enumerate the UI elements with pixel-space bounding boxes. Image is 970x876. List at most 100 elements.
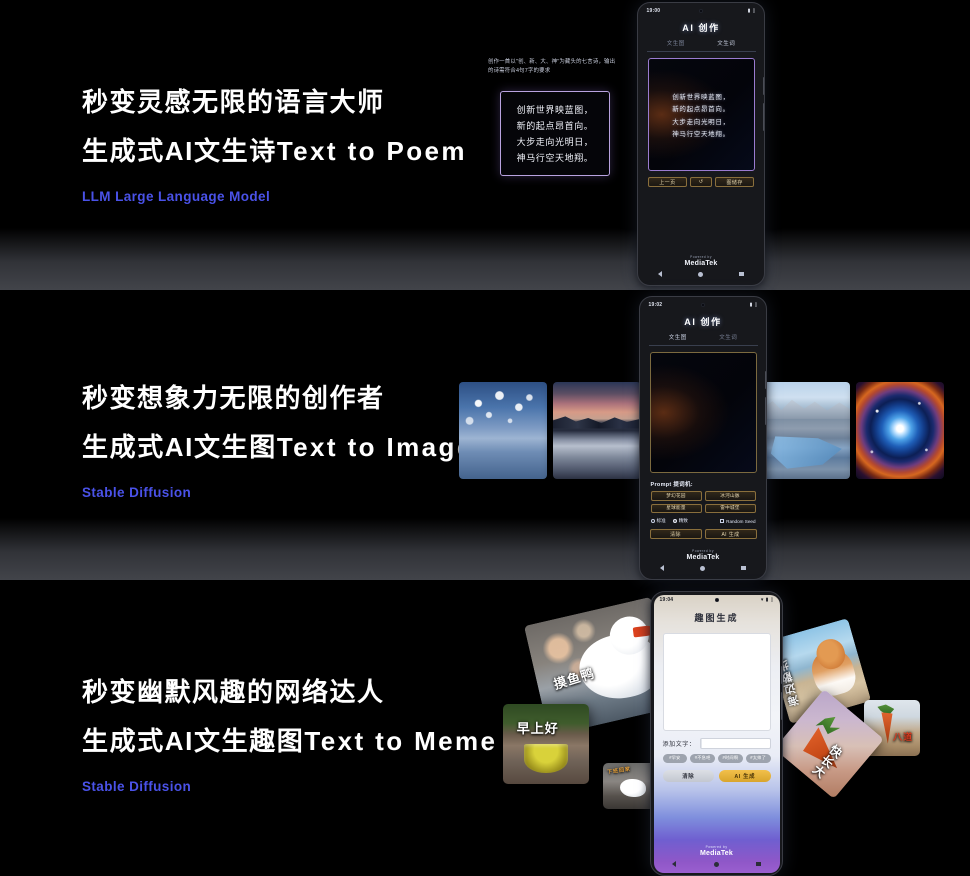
bubbles-over-water-image [459,382,547,479]
panel-text-to-poem: 秒变灵感无限的语言大师 生成式AI文生诗Text to Poem LLM Lar… [0,0,970,290]
generated-image-thumbnail[interactable] [553,382,641,479]
tag-chip-time[interactable]: #时间啊 [718,753,743,763]
recents-icon[interactable] [741,565,746,571]
copy-block-image: 秒变想象力无限的创作者 生成式AI文生图Text to Image Stable… [82,382,474,500]
subline-model: Stable Diffusion [82,485,192,500]
tag-chip-no-rush[interactable]: #不急吧 [690,753,715,763]
tab-text-to-poem[interactable]: 文生词 [717,39,735,47]
headline-secondary: 生成式AI文生趣图Text to Meme [82,725,497,758]
phone-device-poem: 19:00 ▮ ▯ AI 创作 文生图 文生词 创新世界映蓝图， 新的起点昂首向… [637,2,765,286]
android-nav-bar [654,858,780,871]
tag-chip-morning[interactable]: #早安 [662,753,688,763]
phone-volume-button[interactable] [762,103,764,131]
back-icon[interactable] [672,861,677,867]
add-text-input[interactable] [699,737,771,749]
recents-icon[interactable] [756,861,761,867]
tag-chip-handsome[interactable]: #太帅了 [745,753,771,763]
image-output-canvas [649,352,757,473]
prompt-chip-thunder-castle[interactable]: 雷中城堡 [704,503,756,513]
previous-page-button[interactable]: 上一页 [647,177,688,187]
poem-line: 创新世界映蓝图， [516,105,594,115]
prompt-chip-glacier-mountains[interactable]: 冰河山脉 [704,491,756,501]
status-bar: 19:02 ▮ ▯ [643,300,764,311]
status-icons: ▮ ▯ [749,301,758,308]
back-icon[interactable] [660,565,665,571]
checkbox-icon [720,519,725,523]
option-fine-label: 精致 [678,518,688,523]
camera-notch-icon [714,597,719,602]
camera-notch-icon [699,8,703,13]
save-image-button[interactable]: 图储存 [714,177,755,187]
option-random-seed[interactable]: Random Seed [720,519,756,524]
phone-device-meme: 19:04 ▾ ▮ ▯ 趣图生成 添加文字： #早安 #不急吧 #时间啊 #太帅… [650,591,783,876]
phone-volume-button[interactable] [780,692,782,720]
clear-button[interactable]: 清除 [649,529,702,539]
headline-primary: 秒变幽默风趣的网络达人 [82,677,385,707]
home-icon[interactable] [698,271,704,277]
brand-footer: Powered by MediaTek [643,549,764,561]
app-title: 趣图生成 [694,612,739,623]
tag-chip-row: #早安 #不急吧 #时间啊 #太帅了 [662,753,771,763]
tab-divider [646,50,756,51]
tab-text-to-image[interactable]: 文生图 [669,333,687,341]
phone-side-button[interactable] [762,77,764,95]
option-standard[interactable]: 标准 [650,518,666,524]
headline-secondary: 生成式AI文生诗Text to Poem [82,135,467,168]
tab-text-to-poem[interactable]: 文生词 [719,333,737,341]
tab-bar: 文生图 文生词 [643,333,764,341]
powered-by-label: Powered by [690,254,712,259]
meme-card-tea[interactable]: 早上好 [503,704,589,784]
prompt-chip-planet-energy[interactable]: 星球能量 [650,503,702,513]
phone-volume-button[interactable] [764,397,766,425]
generated-image-thumbnail[interactable] [762,382,850,479]
ai-generate-button[interactable]: AI 生成 [704,529,757,539]
headline-secondary-en: Text to Image [276,431,474,462]
status-time: 19:00 [646,8,661,14]
back-icon[interactable] [658,271,663,277]
phone-side-button[interactable] [764,371,766,389]
brand-footer: Powered by MediaTek [641,255,762,267]
mediatek-logo: MediaTek [700,849,733,857]
home-icon[interactable] [713,861,719,867]
headline-secondary-cn: 生成式AI文生趣图 [82,725,305,756]
poem-line: 神马行空天地翔。 [516,153,594,163]
poem-result-card: 创新世界映蓝图， 新的起点昂首向。 大步走向光明日， 神马行空天地翔。 [500,91,610,176]
status-bar: 19:00 ▮ ▯ [641,6,762,17]
status-bar: 19:04 ▾ ▮ ▯ [654,595,780,606]
image-action-row: 清除 AI 生成 [649,529,757,539]
radio-selected-icon [672,519,677,523]
option-fine[interactable]: 精致 [672,518,688,524]
battery-icon: ▯ [754,301,758,308]
status-icons: ▮ ▯ [748,8,756,14]
poem-output-line: 大步走向光明日， [672,118,730,126]
android-nav-bar [641,268,762,281]
subline-model: Stable Diffusion [82,779,192,794]
ai-generate-button[interactable]: AI 生成 [719,769,771,782]
headline-primary: 秒变想象力无限的创作者 [82,383,385,413]
option-standard-label: 标准 [656,518,666,523]
add-text-row: 添加文字： [663,737,771,749]
status-time: 19:02 [648,302,663,308]
status-time: 19:04 [659,597,674,603]
generated-image-thumbnail[interactable] [856,382,944,479]
promo-page: 秒变灵感无限的语言大师 生成式AI文生诗Text to Poem LLM Lar… [0,0,970,876]
refresh-icon-button[interactable]: ↺ [690,177,712,187]
tab-text-to-image[interactable]: 文生图 [667,39,685,47]
poem-output-line: 神马行空天地翔。 [672,131,730,139]
home-icon[interactable] [700,565,706,571]
signal-icon: ▮ [749,301,753,308]
recents-icon[interactable] [739,271,744,277]
tab-divider [648,344,758,345]
phone-side-button[interactable] [780,666,782,684]
prompt-caption-block: 创作一首以"创、新、大、神"为藏头的七言诗，输出的诗需符合4句7字的要求 [488,58,616,76]
poem-output-text: 创新世界映蓝图， 新的起点昂首向。 大步走向光明日， 神马行空天地翔。 [649,59,754,170]
prompt-chip-dream-garden[interactable]: 梦幻花园 [650,491,702,501]
signal-icon: ▮ [765,596,769,603]
clear-button[interactable]: 清除 [662,769,714,782]
subline-model: LLM Large Language Model [82,189,271,204]
wifi-icon: ▾ [760,596,764,603]
generated-image-thumbnail[interactable] [459,382,547,479]
tea-bowl-shape [523,744,569,773]
android-nav-bar [643,562,764,575]
quality-options-row: 标准 精致 Random Seed [650,518,756,524]
